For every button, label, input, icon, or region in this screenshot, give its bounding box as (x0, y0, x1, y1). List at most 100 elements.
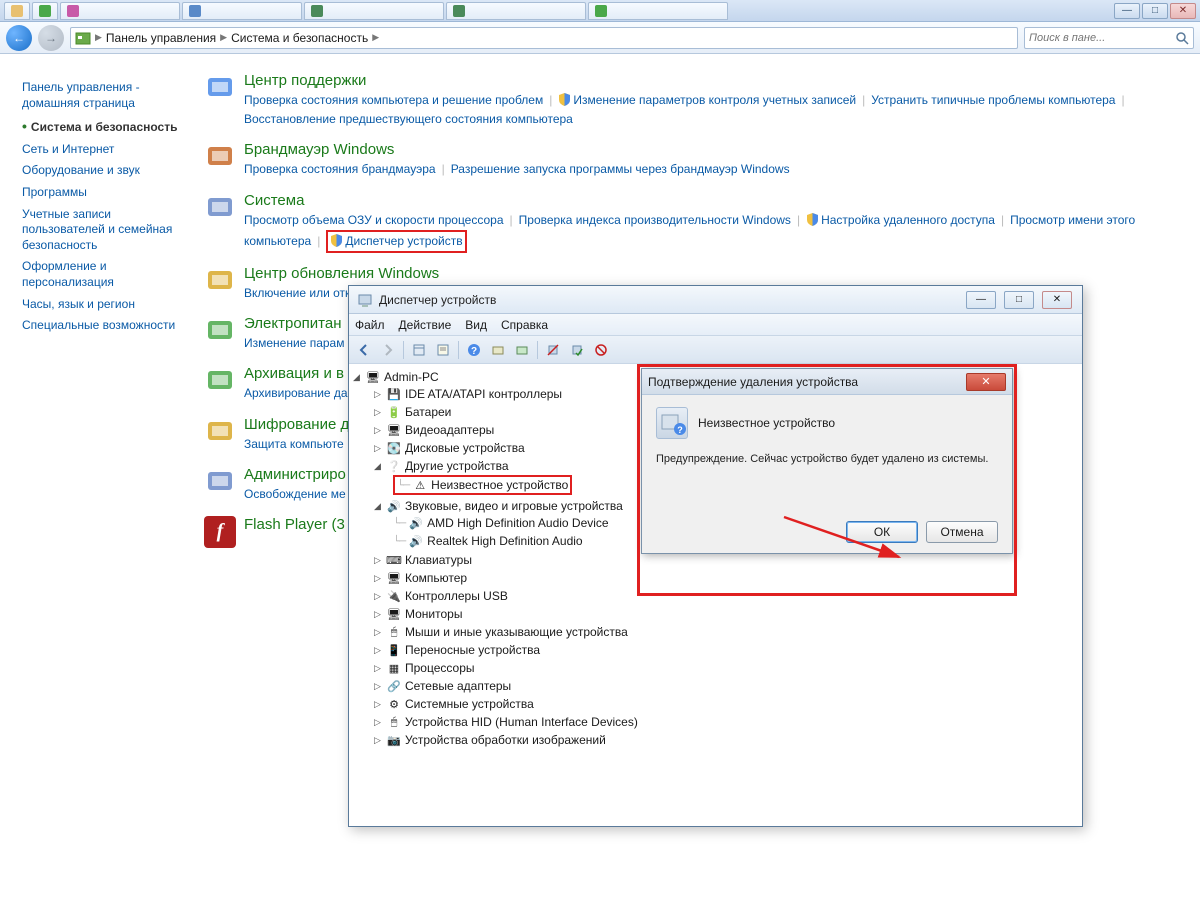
category-link[interactable]: Устранить типичные проблемы компьютера (871, 93, 1115, 107)
breadcrumb-item[interactable]: Система и безопасность (231, 31, 368, 45)
category-link[interactable]: Изменение парам (244, 336, 344, 350)
browser-tab[interactable] (304, 2, 444, 20)
browser-tab[interactable] (588, 2, 728, 20)
expand-icon[interactable]: ▷ (372, 663, 383, 674)
expand-icon[interactable]: ▷ (372, 609, 383, 620)
back-button[interactable]: ← (6, 25, 32, 51)
annotation-highlight-box: └─⚠Неизвестное устройство (393, 475, 572, 495)
expand-icon[interactable]: ▷ (372, 573, 383, 584)
cancel-button[interactable]: Отмена (926, 521, 998, 543)
expand-icon[interactable]: ▷ (372, 735, 383, 746)
search-input[interactable] (1029, 32, 1175, 44)
expand-icon[interactable]: ▷ (372, 425, 383, 436)
tree-node[interactable]: ▷🖱Мыши и иные указывающие устройства (351, 624, 1080, 640)
tree-node[interactable]: ▷⌨Клавиатуры (351, 552, 1080, 568)
dm-titlebar[interactable]: Диспетчер устройств — □ ✕ (349, 286, 1082, 314)
category-link[interactable]: Диспетчер устройств (345, 234, 462, 248)
sidebar-item-accounts[interactable]: Учетные записи пользователей и семейная … (22, 207, 190, 254)
expand-icon[interactable]: ▷ (372, 627, 383, 638)
category-title[interactable]: Брандмауэр Windows (244, 141, 1190, 158)
close-button[interactable]: ✕ (1170, 3, 1196, 19)
tb-properties-icon[interactable] (432, 339, 454, 361)
category-link[interactable]: Освобождение ме (244, 487, 346, 501)
ide-icon: 💾 (386, 386, 402, 402)
sidebar-item-network[interactable]: Сеть и Интернет (22, 142, 190, 158)
sidebar-item-ease[interactable]: Специальные возможности (22, 318, 190, 334)
category-link[interactable]: Разрешение запуска программы через бранд… (451, 162, 790, 176)
browser-tab[interactable] (446, 2, 586, 20)
ok-button[interactable]: ОК (846, 521, 918, 543)
tree-node[interactable]: ▷🖱Устройства HID (Human Interface Device… (351, 714, 1080, 730)
expand-icon[interactable]: ▷ (372, 443, 383, 454)
tb-disable-icon[interactable] (566, 339, 588, 361)
category-link[interactable]: Проверка индекса производительности Wind… (519, 213, 791, 227)
dm-minimize-button[interactable]: — (966, 291, 996, 309)
sidebar-item-clock[interactable]: Часы, язык и регион (22, 297, 190, 313)
menu-view[interactable]: Вид (465, 318, 487, 332)
category-link[interactable]: Проверка состояния компьютера и решение … (244, 93, 543, 107)
category-link[interactable]: Архивирование да (244, 386, 348, 400)
expand-icon[interactable]: ▷ (372, 645, 383, 656)
tb-back-icon[interactable] (353, 339, 375, 361)
tb-delete-icon[interactable] (590, 339, 612, 361)
forward-button[interactable]: → (38, 25, 64, 51)
category-title[interactable]: Центр поддержки (244, 72, 1190, 89)
tree-node[interactable]: ▷📱Переносные устройства (351, 642, 1080, 658)
tb-help-icon[interactable]: ? (463, 339, 485, 361)
breadcrumb[interactable]: ▶ Панель управления ▶ Система и безопасн… (70, 27, 1018, 49)
expand-icon[interactable]: ◢ (372, 501, 383, 512)
expand-icon[interactable]: ▷ (372, 591, 383, 602)
dialog-close-button[interactable]: ✕ (966, 373, 1006, 391)
expand-icon[interactable]: ▷ (372, 699, 383, 710)
tb-forward-icon[interactable] (377, 339, 399, 361)
sidebar-item-home[interactable]: Панель управления - домашняя страница (22, 80, 190, 111)
expand-icon[interactable]: ◢ (372, 461, 383, 472)
tree-node[interactable]: ▷🔌Контроллеры USB (351, 588, 1080, 604)
expand-icon[interactable]: ▷ (372, 555, 383, 566)
category-link[interactable]: Изменение параметров контроля учетных за… (573, 93, 856, 107)
tb-uninstall-icon[interactable] (542, 339, 564, 361)
expand-icon[interactable]: ▷ (372, 407, 383, 418)
browser-tab[interactable] (182, 2, 302, 20)
menu-action[interactable]: Действие (399, 318, 452, 332)
tb-update-icon[interactable] (511, 339, 533, 361)
breadcrumb-item[interactable]: Панель управления (106, 31, 216, 45)
tree-node[interactable]: ▷⚙Системные устройства (351, 696, 1080, 712)
expand-icon[interactable]: ▷ (372, 389, 383, 400)
category-link[interactable]: Защита компьюте (244, 437, 344, 451)
sidebar-item-system-security[interactable]: Система и безопасность (22, 117, 190, 136)
dm-close-button[interactable]: ✕ (1042, 291, 1072, 309)
menu-help[interactable]: Справка (501, 318, 548, 332)
minimize-button[interactable]: — (1114, 3, 1140, 19)
search-box[interactable] (1024, 27, 1194, 49)
category-link[interactable]: Проверка состояния брандмауэра (244, 162, 436, 176)
collapse-icon[interactable]: ◢ (351, 372, 362, 383)
category-link[interactable]: Настройка удаленного доступа (821, 213, 995, 227)
browser-tab[interactable] (60, 2, 180, 20)
search-icon[interactable] (1175, 31, 1189, 45)
maximize-button[interactable]: □ (1142, 3, 1168, 19)
browser-tab[interactable] (4, 2, 30, 20)
sidebar-item-programs[interactable]: Программы (22, 185, 190, 201)
category-title[interactable]: Центр обновления Windows (244, 265, 1190, 282)
browser-tab[interactable] (32, 2, 58, 20)
computer-icon: 🖥 (365, 369, 381, 385)
dm-maximize-button[interactable]: □ (1004, 291, 1034, 309)
tree-node[interactable]: ▷🔗Сетевые адаптеры (351, 678, 1080, 694)
tree-node[interactable]: ▷▦Процессоры (351, 660, 1080, 676)
separator: | (510, 213, 513, 227)
category-link[interactable]: Восстановление предшествующего состояния… (244, 112, 573, 126)
tree-node[interactable]: ▷🖥Компьютер (351, 570, 1080, 586)
sidebar-item-hardware[interactable]: Оборудование и звук (22, 163, 190, 179)
dialog-titlebar[interactable]: Подтверждение удаления устройства ✕ (642, 369, 1012, 395)
tree-node[interactable]: ▷📷Устройства обработки изображений (351, 732, 1080, 748)
tb-scan-icon[interactable] (487, 339, 509, 361)
sidebar-item-appearance[interactable]: Оформление и персонализация (22, 259, 190, 290)
tree-node[interactable]: ▷🖥Мониторы (351, 606, 1080, 622)
menu-file[interactable]: Файл (355, 318, 385, 332)
expand-icon[interactable]: ▷ (372, 717, 383, 728)
category-link[interactable]: Просмотр объема ОЗУ и скорости процессор… (244, 213, 504, 227)
tb-show-hide-icon[interactable] (408, 339, 430, 361)
expand-icon[interactable]: ▷ (372, 681, 383, 692)
category-title[interactable]: Система (244, 192, 1190, 209)
